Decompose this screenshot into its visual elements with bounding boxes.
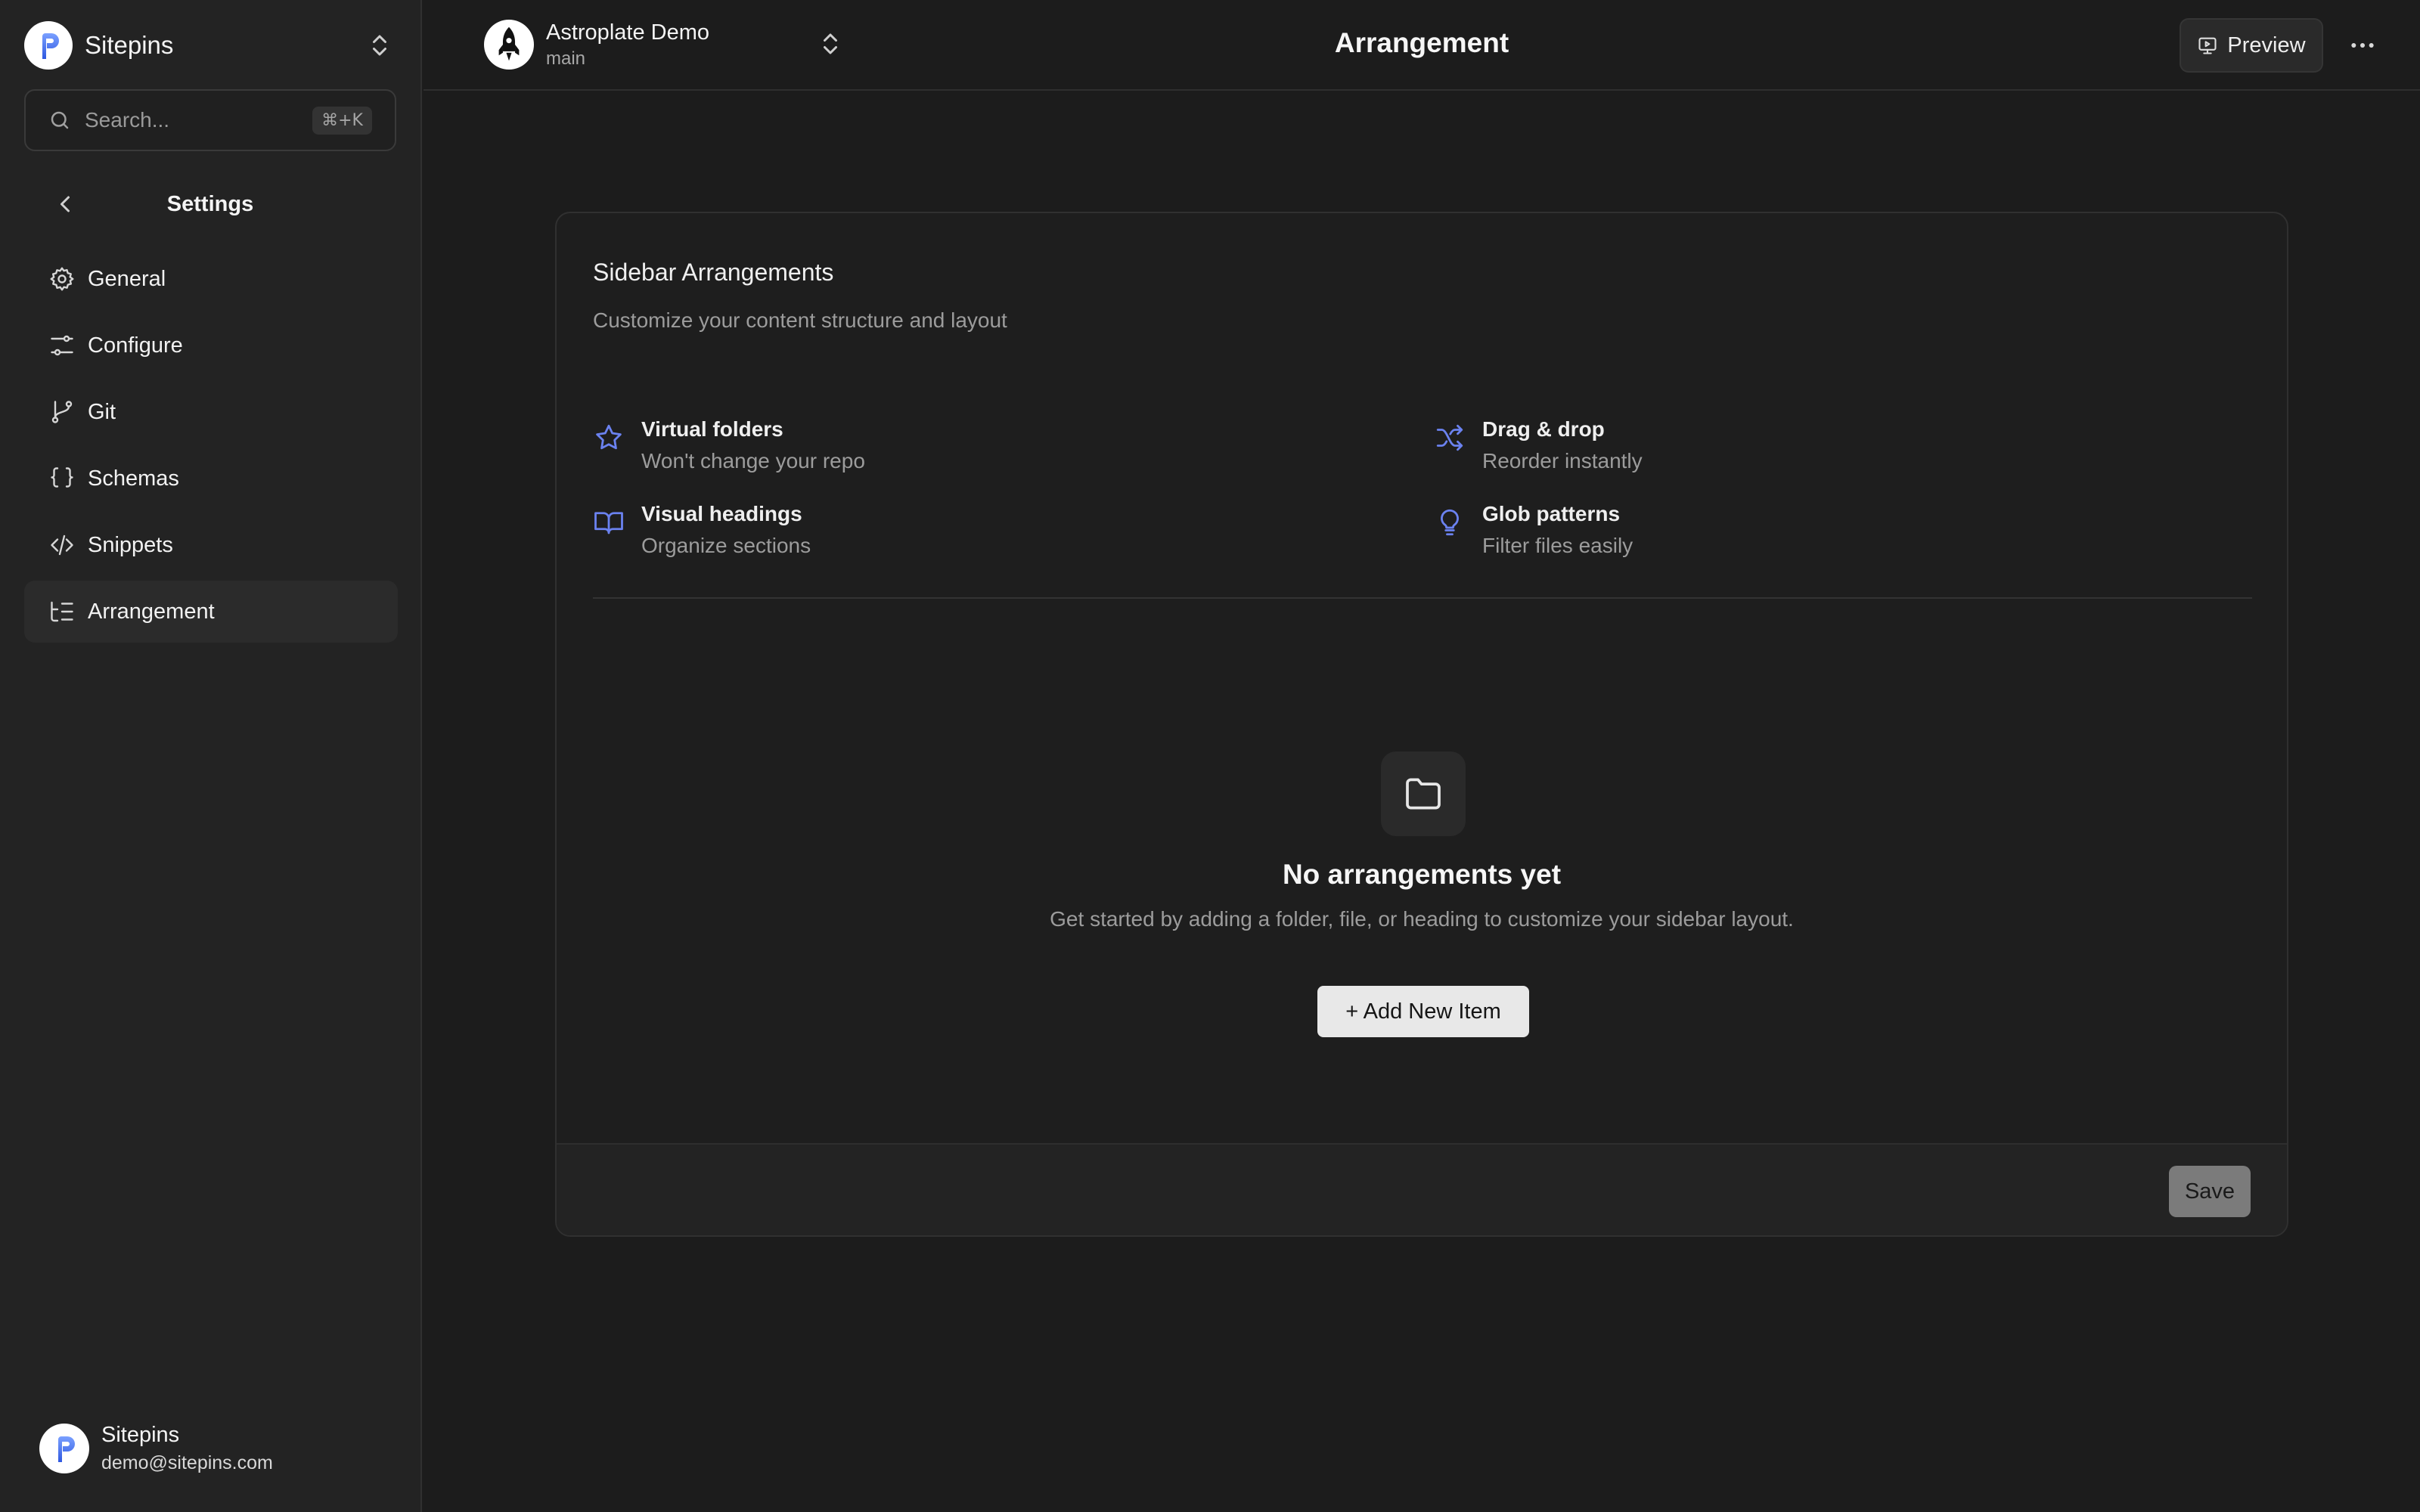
user-name: Sitepins xyxy=(101,1423,180,1447)
feature-desc: Organize sections xyxy=(641,534,811,557)
book-open-icon xyxy=(594,512,623,534)
sidebar-item-label: Snippets xyxy=(88,532,173,557)
feature-drag-drop: Drag & drop Reorder instantly xyxy=(1434,417,1643,473)
feature-virtual-folders: Virtual folders Won't change your repo xyxy=(593,417,865,473)
sidebar-item-configure[interactable]: Configure xyxy=(24,314,398,376)
feature-title: Visual headings xyxy=(641,502,802,525)
sidebar-item-arrangement[interactable]: Arrangement xyxy=(24,581,398,643)
sidebar-item-general[interactable]: General xyxy=(24,248,398,310)
sidebar: Sitepins Search... ⌘+K Settings General … xyxy=(0,0,422,1512)
workspace-switcher[interactable]: Sitepins xyxy=(24,21,393,70)
gear-icon xyxy=(50,267,74,291)
sliders-icon xyxy=(51,335,73,356)
card-footer: Save xyxy=(557,1143,2287,1235)
save-button[interactable]: Save xyxy=(2169,1166,2251,1217)
feature-desc: Reorder instantly xyxy=(1482,449,1643,472)
list-tree-icon xyxy=(51,601,73,622)
search-icon xyxy=(51,111,69,129)
preview-label: Preview xyxy=(2227,33,2306,57)
sidebar-item-label: Git xyxy=(88,399,116,424)
feature-glob-patterns: Glob patterns Filter files easily xyxy=(1434,502,1633,558)
sidebar-item-label: Configure xyxy=(88,333,183,358)
folder-icon xyxy=(1381,751,1466,836)
feature-title: Virtual folders xyxy=(641,417,783,441)
git-branch-icon xyxy=(51,401,73,423)
feature-title: Glob patterns xyxy=(1482,502,1621,525)
sidebar-item-schemas[interactable]: Schemas xyxy=(24,448,398,510)
user-menu[interactable]: Sitepins demo@sitepins.com xyxy=(39,1423,273,1474)
feature-desc: Filter files easily xyxy=(1482,534,1634,557)
sidebar-item-git[interactable]: Git xyxy=(24,381,398,443)
star-icon xyxy=(596,424,622,450)
empty-state-description: Get started by adding a folder, file, or… xyxy=(1050,907,1794,931)
brand-name: Sitepins xyxy=(85,31,174,59)
chevrons-up-down-icon[interactable] xyxy=(366,32,393,59)
sidebar-item-snippets[interactable]: Snippets xyxy=(24,514,398,576)
sidebar-item-label: General xyxy=(88,266,166,291)
braces-icon xyxy=(51,467,73,488)
card-title: Sidebar Arrangements xyxy=(593,259,834,286)
user-info: Sitepins demo@sitepins.com xyxy=(101,1423,273,1474)
settings-nav: General Configure Git Schemas Snippets A… xyxy=(24,248,398,647)
add-new-item-button[interactable]: + Add New Item xyxy=(1317,986,1529,1037)
card-subtitle: Customize your content structure and lay… xyxy=(593,308,1007,332)
settings-header: Settings xyxy=(24,181,396,227)
search-shortcut: ⌘+K xyxy=(312,106,372,135)
code-icon xyxy=(51,534,73,556)
sidebar-item-label: Schemas xyxy=(88,466,179,491)
search-input[interactable]: Search... ⌘+K xyxy=(24,89,396,151)
preview-button[interactable]: Preview xyxy=(2180,18,2323,73)
user-email: demo@sitepins.com xyxy=(101,1452,273,1473)
sidebar-item-label: Arrangement xyxy=(88,599,215,624)
divider xyxy=(593,597,2252,599)
app-root: Sitepins Search... ⌘+K Settings General … xyxy=(0,0,2420,1512)
chevron-left-icon[interactable] xyxy=(51,191,79,218)
more-horizontal-icon[interactable] xyxy=(2347,30,2378,60)
lightbulb-icon xyxy=(1441,509,1459,536)
shuffle-icon xyxy=(1436,424,1463,451)
avatar xyxy=(39,1424,89,1473)
empty-state-title: No arrangements yet xyxy=(1282,859,1562,890)
monitor-play-icon xyxy=(2198,37,2217,54)
feature-visual-headings: Visual headings Organize sections xyxy=(593,502,811,558)
feature-desc: Won't change your repo xyxy=(641,449,865,472)
feature-title: Drag & drop xyxy=(1482,417,1605,441)
page-title: Arrangement xyxy=(1334,27,1509,58)
settings-title: Settings xyxy=(166,191,254,216)
top-bar: Astroplate Demo main Arrangement Preview xyxy=(424,0,2420,91)
search-placeholder: Search... xyxy=(85,108,170,132)
sitepins-logo-icon xyxy=(24,21,73,70)
arrangements-card: Sidebar Arrangements Customize your cont… xyxy=(555,212,2288,1237)
